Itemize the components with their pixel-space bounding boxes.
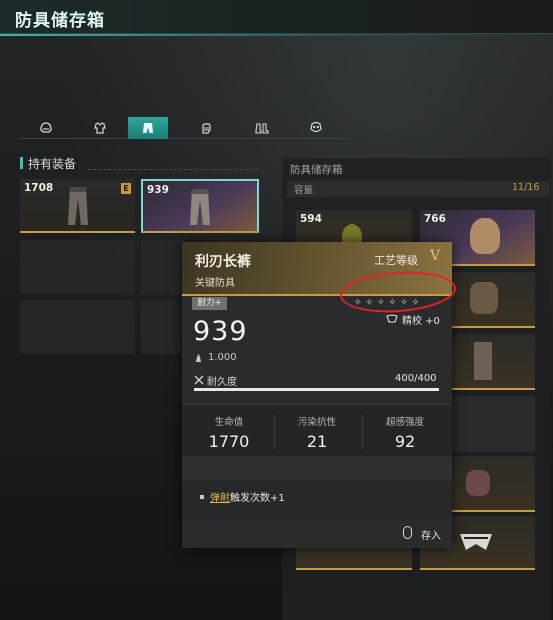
durability-fill	[194, 388, 439, 391]
refine-level: 精校 +0	[402, 316, 440, 327]
empty-slot[interactable]	[20, 300, 135, 354]
empty-slot[interactable]	[141, 240, 181, 294]
stat-hp: 生命值 1770	[189, 414, 269, 451]
tab-body-armor[interactable]	[80, 117, 120, 139]
empty-slot[interactable]	[20, 240, 135, 294]
card-power: 594	[300, 213, 322, 225]
page-title: 防具储存箱	[15, 11, 105, 31]
glove-icon	[202, 123, 211, 134]
mask-item-icon	[460, 534, 492, 550]
stat-pollution-resist: 污染抗性 21	[277, 414, 357, 451]
glove-item-icon	[466, 470, 490, 496]
empty-slot[interactable]	[141, 300, 181, 354]
stat-value: 1770	[208, 432, 250, 451]
tooltip-spacer	[182, 456, 452, 480]
title-bar: 防具储存箱	[0, 0, 553, 34]
pants-icon	[143, 123, 153, 133]
tab-gloves[interactable]	[186, 117, 226, 139]
weight-value: 1.000	[208, 352, 237, 363]
perk-effect: 触发次数+1	[230, 493, 285, 504]
stat-label: 生命值	[214, 417, 244, 428]
category-tabs	[20, 117, 350, 139]
section-marker	[20, 157, 23, 169]
store-action[interactable]: 存入	[421, 527, 441, 542]
stat-divider	[274, 415, 275, 449]
card-power: 939	[147, 184, 169, 196]
perk-keyword[interactable]: 弹射	[210, 493, 230, 504]
stats-panel: 生命值 1770 污染抗性 21 超感强度 92	[182, 404, 452, 456]
capacity-count: 11/16	[512, 182, 540, 193]
refine-icon	[386, 314, 398, 323]
tab-pants[interactable]	[128, 117, 168, 139]
tab-mask[interactable]	[296, 117, 336, 139]
equipped-badge: E	[121, 183, 131, 194]
durability-bar	[194, 388, 439, 391]
equipment-card-selected[interactable]: 939	[141, 179, 259, 233]
durability-icon	[194, 375, 204, 385]
capacity-label: 容量	[294, 185, 314, 196]
stat-value: 21	[306, 432, 328, 451]
stat-value: 92	[394, 432, 416, 451]
weight-icon	[196, 354, 201, 362]
capacity-bar	[287, 181, 549, 197]
helmet-icon	[40, 122, 52, 133]
tab-boots[interactable]	[242, 117, 282, 139]
pants-item-icon	[190, 189, 210, 225]
stat-label: 超感强度	[385, 417, 424, 428]
mouse-icon	[403, 526, 412, 539]
section-divider	[88, 169, 258, 170]
equipment-card[interactable]: 1708 E	[20, 179, 135, 233]
armor-item-icon	[470, 282, 498, 314]
pants-item-icon	[68, 187, 88, 225]
stamina-tag: 耐力+	[192, 297, 227, 310]
mask-icon	[310, 121, 322, 133]
craft-level-label: 工艺等级	[374, 254, 418, 267]
mask-item-icon	[470, 218, 500, 254]
craft-level-value: V	[430, 248, 441, 264]
boots-icon	[255, 123, 269, 134]
card-power: 1708	[24, 182, 54, 194]
owned-equipment-label: 持有装备	[28, 157, 77, 171]
power-value: 939	[193, 316, 248, 347]
stat-label: 污染抗性	[297, 417, 336, 428]
title-underline	[0, 34, 553, 36]
item-name: 利刃长裤	[195, 254, 251, 270]
tab-helmet[interactable]	[26, 117, 66, 139]
pants-item-icon	[474, 342, 492, 380]
perk-bullet	[200, 495, 204, 499]
storage-title: 防具储存箱	[290, 164, 343, 176]
item-type: 关键防具	[195, 278, 235, 289]
durability-label: 耐久度	[207, 377, 237, 388]
stat-perception: 超感强度 92	[365, 414, 445, 451]
perk-text: 弹射触发次数+1	[210, 489, 285, 504]
armor-icon	[94, 122, 106, 134]
card-power: 766	[424, 213, 446, 225]
durability-value: 400/400	[395, 373, 437, 384]
stat-divider	[362, 415, 363, 449]
